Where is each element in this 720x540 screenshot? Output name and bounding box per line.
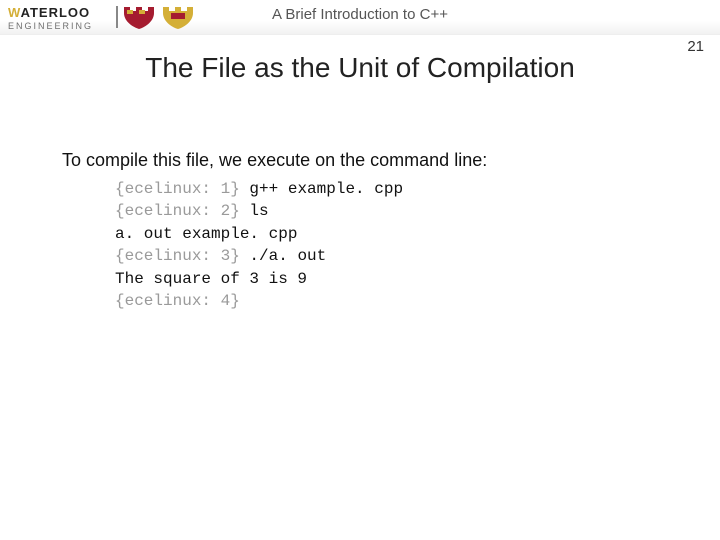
terminal-line: {ecelinux: 3} ./a. out xyxy=(115,245,403,267)
university-logo: WATERLOO ENGINEERING xyxy=(8,4,198,32)
document-title: A Brief Introduction to C++ xyxy=(272,6,448,23)
page-number: 21 xyxy=(687,38,704,55)
terminal-line: The square of 3 is 9 xyxy=(115,268,403,290)
terminal-line: {ecelinux: 2} ls xyxy=(115,200,403,222)
terminal-line: a. out example. cpp xyxy=(115,223,403,245)
terminal-line: {ecelinux: 4} xyxy=(115,290,403,312)
terminal-line: {ecelinux: 1} g++ example. cpp xyxy=(115,178,403,200)
intro-text: To compile this file, we execute on the … xyxy=(62,150,487,171)
svg-text:WATERLOO: WATERLOO xyxy=(8,5,90,20)
waterloo-engineering-logo: WATERLOO ENGINEERING xyxy=(8,4,198,32)
slide-title: The File as the Unit of Compilation xyxy=(145,52,575,84)
terminal-block: {ecelinux: 1} g++ example. cpp {ecelinux… xyxy=(115,178,403,312)
logo-subtitle: ENGINEERING xyxy=(8,21,93,31)
slide-header: WATERLOO ENGINEERING A Brief Introductio… xyxy=(0,0,720,35)
